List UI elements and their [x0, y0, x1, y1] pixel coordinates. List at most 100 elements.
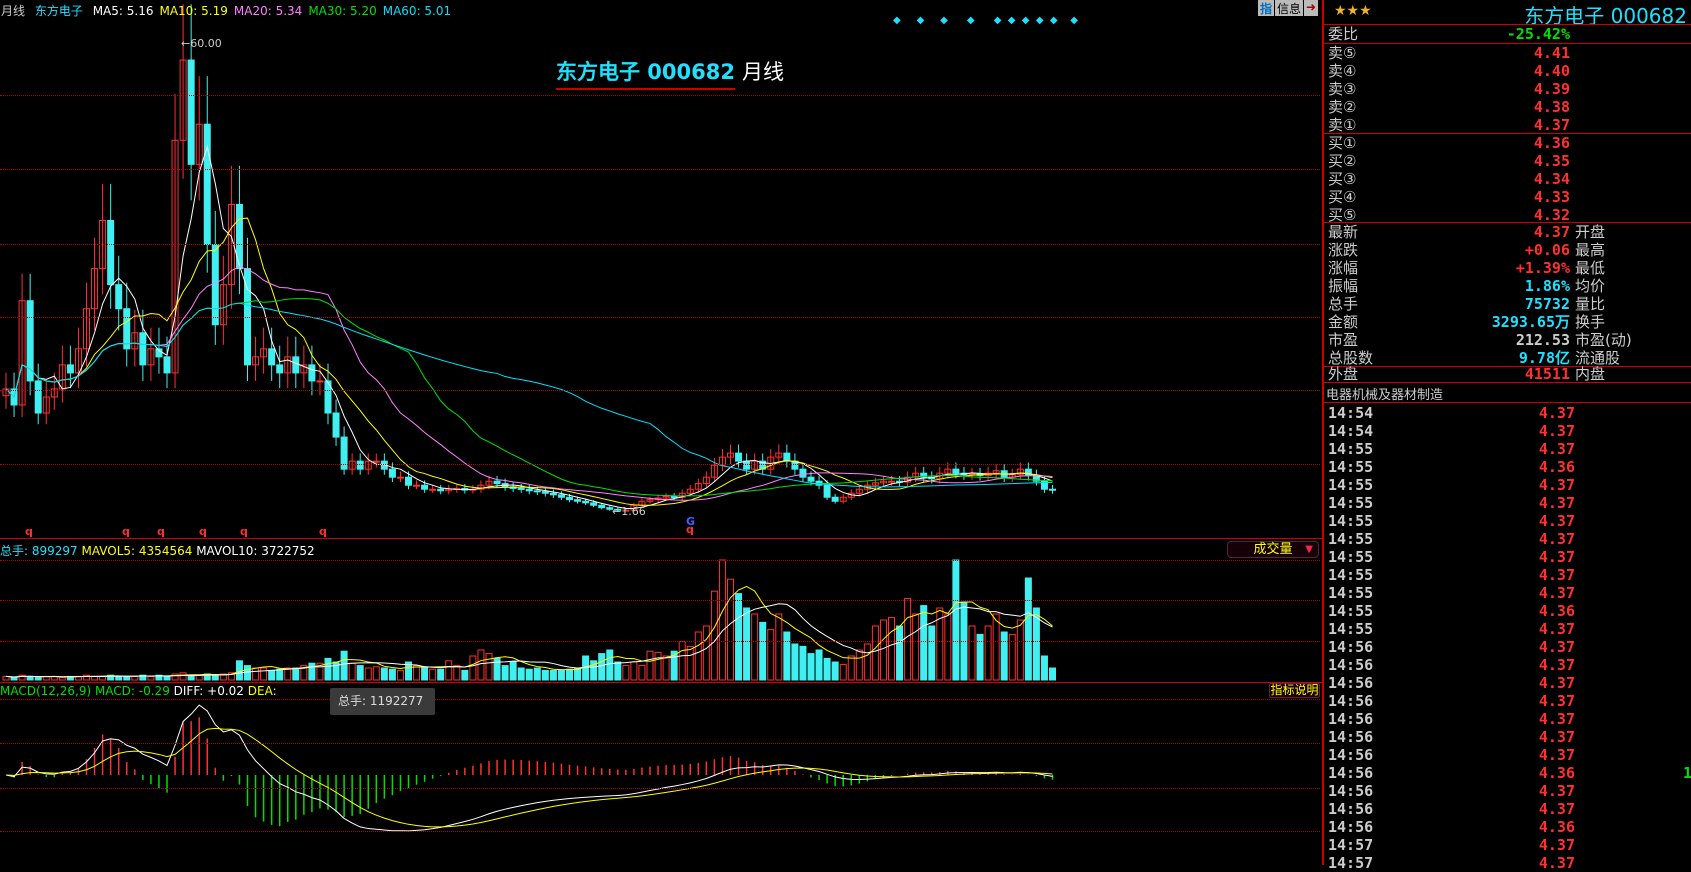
- volume-bar: [855, 649, 863, 681]
- candle-body: [799, 468, 807, 478]
- tick-time: 14:56: [1328, 818, 1374, 836]
- ask-row: 卖③ 4.39: [1328, 80, 1691, 98]
- ask-price: 4.40: [1533, 62, 1570, 80]
- stat-label2: 量比: [1575, 295, 1606, 313]
- tick-time: 14:56: [1328, 764, 1374, 782]
- candle-body: [598, 504, 606, 509]
- candle-body: [356, 460, 364, 470]
- candle-body: [34, 380, 42, 414]
- low-price-label: ←1.66: [612, 505, 646, 518]
- tick-row: 14:564.372: [1328, 746, 1691, 764]
- volume-bar: [485, 653, 493, 681]
- tick-row: 14:55 4.36: [1328, 458, 1691, 476]
- exit-icon[interactable]: ➜: [1304, 0, 1319, 16]
- candle-body: [268, 348, 276, 366]
- volume-bar: [131, 675, 139, 681]
- volume-bar: [879, 619, 887, 681]
- ask-row: 卖④ 4.40: [1328, 62, 1691, 80]
- volume-bar: [694, 631, 702, 681]
- tick-row: 14:56 4.37: [1328, 656, 1691, 674]
- volume-bar: [509, 661, 517, 681]
- volume-bar: [566, 668, 573, 681]
- grid-line: [0, 169, 1320, 170]
- candle-body: [823, 484, 831, 498]
- tick-price: 4.37: [1538, 548, 1575, 566]
- kline-chart[interactable]: [0, 0, 1322, 865]
- tick-price: 4.37: [1538, 584, 1575, 602]
- volume-bar: [268, 669, 276, 681]
- tick-time: 14:54: [1328, 422, 1374, 440]
- ask-price: 4.38: [1533, 98, 1570, 116]
- indicator-help-button[interactable]: 指标说明: [1269, 683, 1320, 698]
- volume-bar: [791, 643, 799, 681]
- volume-bar: [461, 669, 469, 681]
- grid-line: [0, 831, 1320, 832]
- weibi-label: 委比: [1328, 25, 1359, 43]
- stat-label2: 市盈(动): [1575, 331, 1632, 349]
- ask-label: 卖②: [1328, 98, 1357, 116]
- stat-label: 振幅: [1328, 277, 1359, 295]
- grid-line: [0, 699, 1320, 700]
- tick-row: 14:56 4.36: [1328, 818, 1691, 836]
- chart-title-period: 月线: [742, 60, 784, 84]
- volume-bar: [928, 625, 936, 681]
- ask-row: 卖② 4.38: [1328, 98, 1691, 116]
- tick-row: 14:55 4.37: [1328, 512, 1691, 530]
- ask-row: 卖① 4.37: [1328, 116, 1691, 134]
- stat-value: 1.86%: [1524, 277, 1570, 295]
- volume-bar: [1049, 667, 1056, 681]
- ma10-line: [5, 217, 1053, 506]
- volume-bar: [364, 667, 372, 681]
- candle-body: [549, 492, 557, 496]
- volume-bar: [525, 668, 533, 681]
- volume-bar: [380, 667, 388, 681]
- candle-body: [187, 59, 195, 165]
- tick-time: 14:55: [1328, 584, 1374, 602]
- tick-price: 4.37: [1538, 692, 1575, 710]
- tick-row: 14:56 4.37: [1328, 638, 1691, 656]
- candle-body: [107, 219, 115, 286]
- bid-price: 4.33: [1533, 188, 1570, 206]
- tick-volume: 10: [1682, 764, 1691, 782]
- q-marker: q: [25, 525, 33, 538]
- volume-bar: [413, 665, 421, 681]
- info-button[interactable]: 信息: [1275, 0, 1304, 16]
- grid-line: [0, 600, 1320, 601]
- ma60-line: [5, 302, 1053, 488]
- grid-line: [0, 464, 1320, 465]
- tick-price: 4.37: [1538, 800, 1575, 818]
- candle-body: [517, 487, 525, 490]
- candle-body: [429, 488, 437, 491]
- candle-body: [952, 468, 960, 474]
- zhi-button[interactable]: 指: [1258, 0, 1275, 16]
- tick-price: 4.37: [1538, 620, 1575, 638]
- chart-title-stock: 东方电子 000682: [556, 56, 735, 90]
- divider: [1324, 133, 1691, 134]
- volume-bar: [541, 669, 549, 681]
- volume-bar: [968, 625, 976, 681]
- panel-divider: [0, 682, 1322, 683]
- stock-name: 东方电子: [34, 4, 83, 18]
- ask-label: 卖④: [1328, 62, 1357, 80]
- ask-price: 4.37: [1533, 116, 1570, 134]
- stat-row: 市盈 212.53 市盈(动): [1328, 331, 1691, 349]
- candle-body: [533, 490, 541, 493]
- tick-time: 14:56: [1328, 674, 1374, 692]
- volume-bar: [1016, 619, 1024, 681]
- tick-row: 14:56 4.37: [1328, 782, 1691, 800]
- volume-bar: [388, 668, 396, 681]
- volume-bar: [1024, 577, 1032, 681]
- volume-bar: [211, 674, 219, 681]
- volume-bar: [260, 667, 268, 681]
- stat-label: 涨幅: [1328, 259, 1359, 277]
- candle-body: [139, 332, 147, 366]
- ma5-line: [5, 144, 1053, 509]
- volume-bar: [598, 653, 606, 681]
- volume-bar: [638, 665, 646, 681]
- tick-time: 14:56: [1328, 692, 1374, 710]
- indicator-selector[interactable]: 成交量 ▼: [1227, 541, 1319, 558]
- volume-bar: [549, 669, 557, 681]
- volume-bar: [469, 655, 477, 681]
- tick-row: 14:54 4.37: [1328, 404, 1691, 422]
- volume-legend: 总手: 899297 MAVOL5: 4354564 MAVOL10: 3722…: [0, 542, 315, 559]
